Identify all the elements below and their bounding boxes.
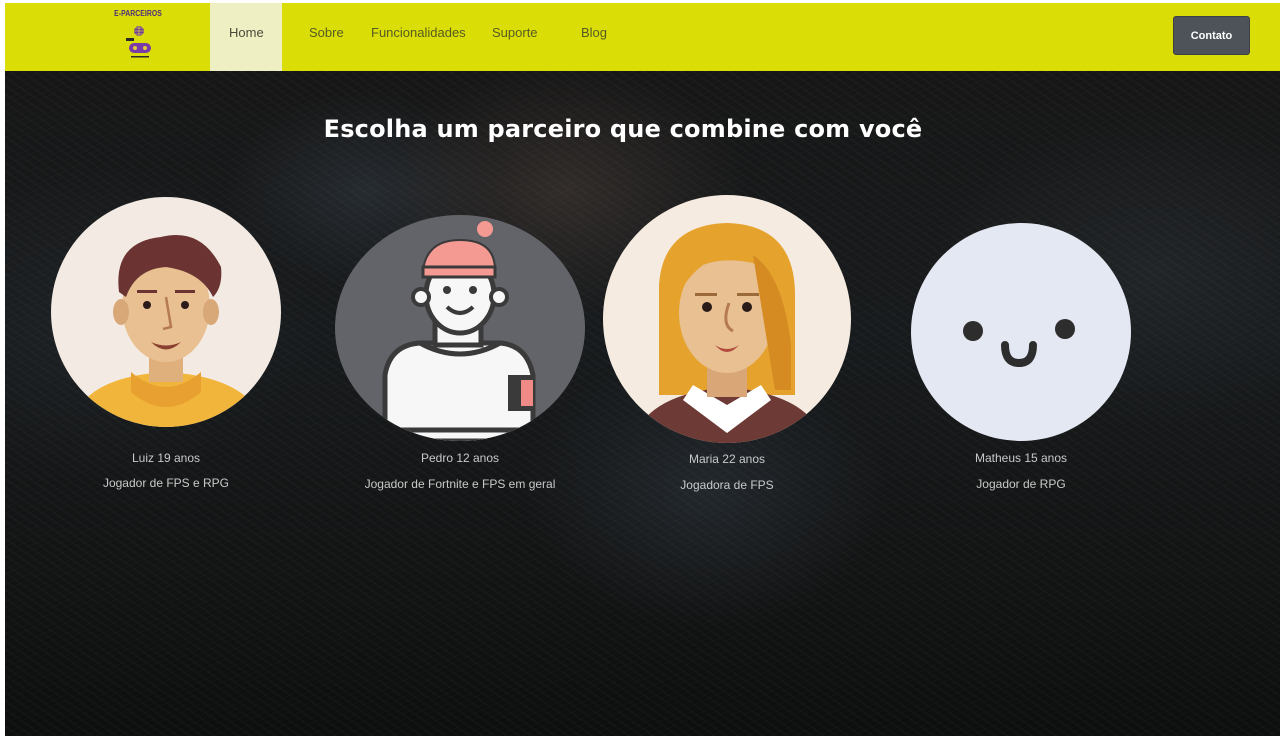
partner-card-matheus[interactable]: Matheus 15 anos Jogador de RPG bbox=[911, 223, 1131, 493]
contact-button[interactable]: Contato bbox=[1173, 16, 1250, 55]
nav-blog[interactable]: Blog bbox=[581, 25, 607, 40]
woman-avatar-icon bbox=[603, 195, 851, 443]
beanie-person-avatar-icon bbox=[335, 215, 585, 441]
partner-card-maria[interactable]: Maria 22 anos Jogadora de FPS bbox=[603, 195, 851, 495]
hero-section: Escolha um parceiro que combine com você bbox=[5, 71, 1280, 736]
partner-description: Jogador de RPG bbox=[976, 477, 1066, 491]
nav-sobre[interactable]: Sobre bbox=[309, 25, 344, 40]
nav-home[interactable]: Home bbox=[229, 25, 264, 40]
hero-title: Escolha um parceiro que combine com você bbox=[323, 115, 923, 143]
gamepad-globe-icon bbox=[126, 26, 151, 58]
page: E-PARCEIROS Home Sobre Funcionalidades S… bbox=[0, 0, 1280, 736]
partner-name: Matheus 15 anos bbox=[974, 451, 1068, 465]
brand-name: E-PARCEIROS bbox=[114, 9, 162, 18]
navbar: E-PARCEIROS Home Sobre Funcionalidades S… bbox=[5, 3, 1280, 71]
partner-card-luiz[interactable]: Luiz 19 anos Jogador de FPS e RPG bbox=[51, 197, 281, 497]
man-avatar-icon bbox=[51, 197, 281, 427]
nav-funcionalidades[interactable]: Funcionalidades bbox=[371, 25, 466, 40]
smiley-face-avatar-icon bbox=[911, 223, 1131, 441]
nav-suporte[interactable]: Suporte bbox=[492, 25, 538, 40]
brand-logo[interactable]: E-PARCEIROS bbox=[87, 3, 189, 69]
